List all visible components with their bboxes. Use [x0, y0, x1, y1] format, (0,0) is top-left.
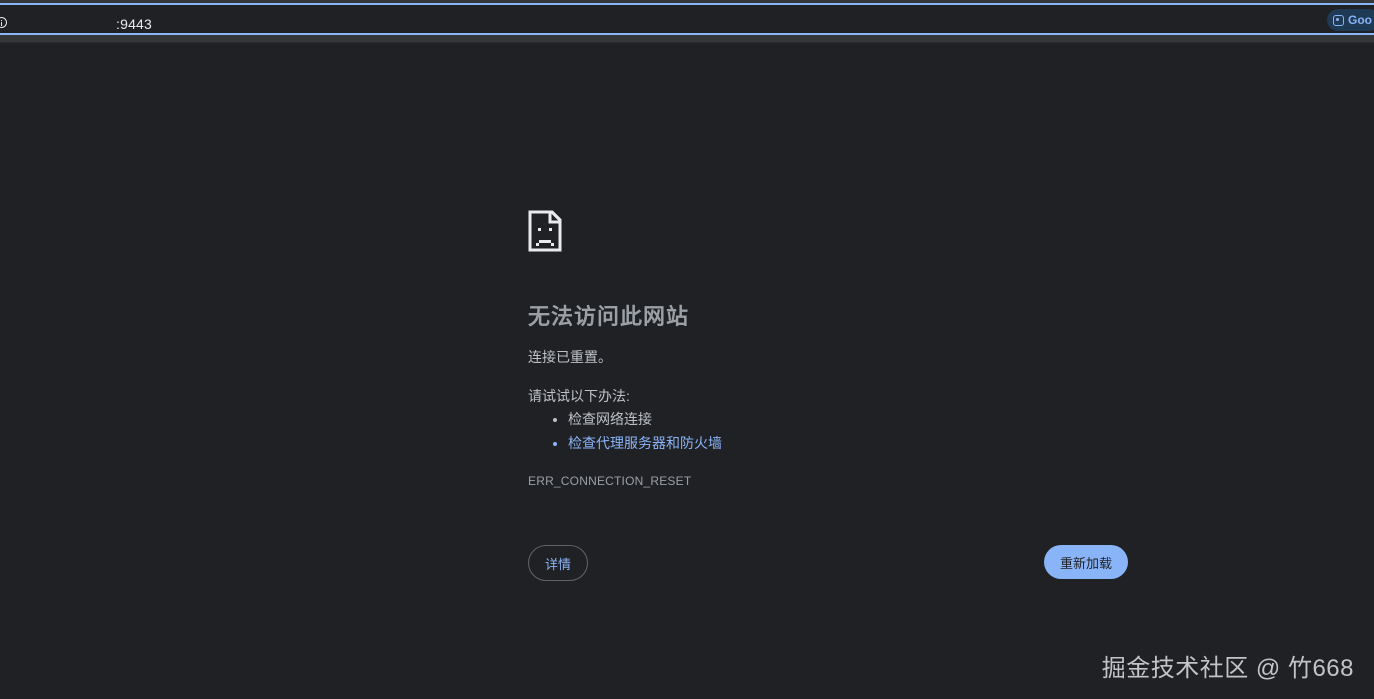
suggestions-list: 检查网络连接 检查代理服务器和防火墙 [528, 408, 722, 456]
url-text[interactable]: :9443 [116, 16, 152, 32]
suggestions-heading: 请试试以下办法: [528, 388, 630, 404]
browser-toolbar: :9443 Goo [0, 0, 1374, 43]
sad-page-icon [528, 210, 562, 252]
error-headline: 无法访问此网站 [528, 304, 690, 329]
suggestion-check-network: 检查网络连接 [568, 408, 722, 432]
suggestion-check-proxy-link[interactable]: 检查代理服务器和防火墙 [568, 432, 722, 456]
site-info-icon[interactable] [0, 17, 7, 28]
lens-icon [1333, 14, 1344, 26]
reload-button[interactable]: 重新加载 [1044, 545, 1128, 579]
error-summary: 连接已重置。 [528, 349, 612, 365]
google-lens-chip[interactable]: Goo [1327, 9, 1374, 31]
details-button[interactable]: 详情 [528, 545, 588, 581]
error-page: :9443 Goo 无法访问此网站 连接已重置。 请试试以下办法: 检查网络连接… [0, 0, 1374, 699]
url-redacted [18, 16, 118, 31]
lens-chip-label: Goo [1348, 13, 1372, 27]
watermark: 掘金技术社区 @ 竹668 [1101, 655, 1354, 682]
error-code: ERR_CONNECTION_RESET [528, 474, 692, 488]
address-bar[interactable]: :9443 [0, 3, 1374, 35]
